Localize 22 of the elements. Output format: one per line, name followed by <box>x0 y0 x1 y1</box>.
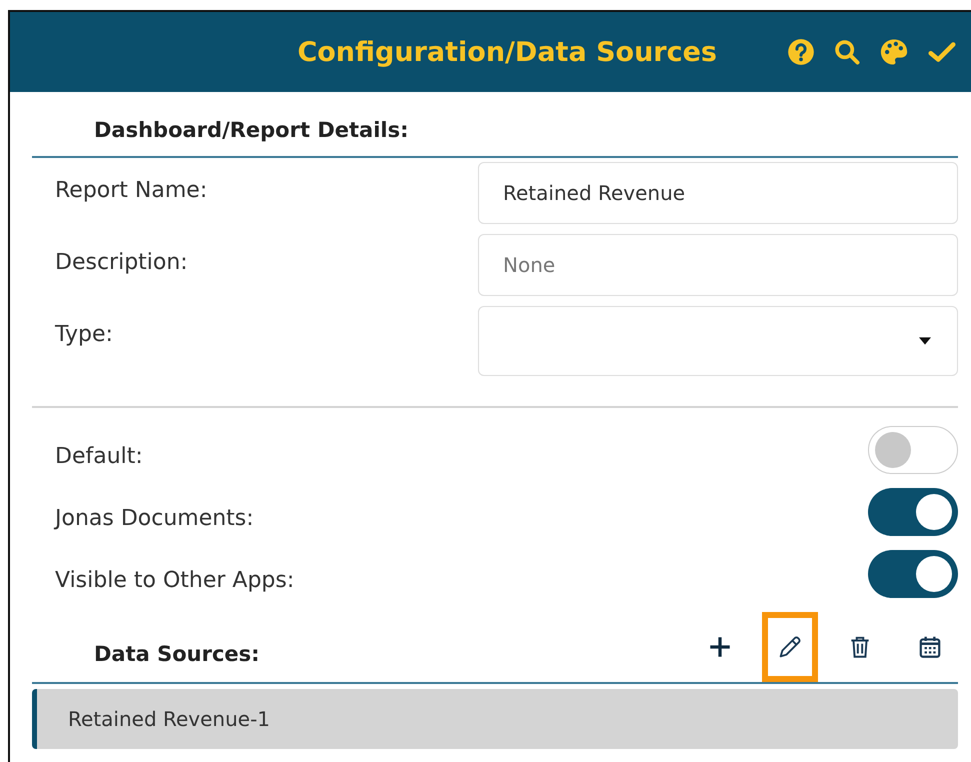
dropdown-field[interactable] <box>478 306 958 376</box>
section-heading: Data Sources: <box>93 642 260 668</box>
page-title: Configuration/Data Sources <box>297 36 717 68</box>
toggle-switch[interactable] <box>868 426 958 474</box>
search-icon[interactable] <box>833 38 861 66</box>
field-label: Type: <box>54 321 113 347</box>
toggle-label: Default: <box>54 442 143 468</box>
dropdown-caret-icon <box>919 337 931 345</box>
toggle-switch[interactable] <box>868 488 958 536</box>
help-icon[interactable] <box>787 38 815 66</box>
toggle-switch[interactable] <box>868 550 958 598</box>
text-field[interactable]: None <box>478 234 958 296</box>
text-field[interactable]: Retained Revenue <box>478 162 958 224</box>
field-label: Report Name: <box>54 177 208 203</box>
toggle-label: Jonas Documents: <box>52 504 254 530</box>
data-source-item[interactable]: Retained Revenue-1 <box>32 689 958 749</box>
calendar-icon <box>917 634 943 660</box>
pencil-button[interactable] <box>762 612 818 682</box>
toggle-label: Visible to Other Apps: <box>54 566 294 592</box>
palette-icon[interactable] <box>879 37 909 67</box>
field-label: Description: <box>54 249 188 275</box>
section-heading: Dashboard/Report Details: <box>93 117 410 144</box>
